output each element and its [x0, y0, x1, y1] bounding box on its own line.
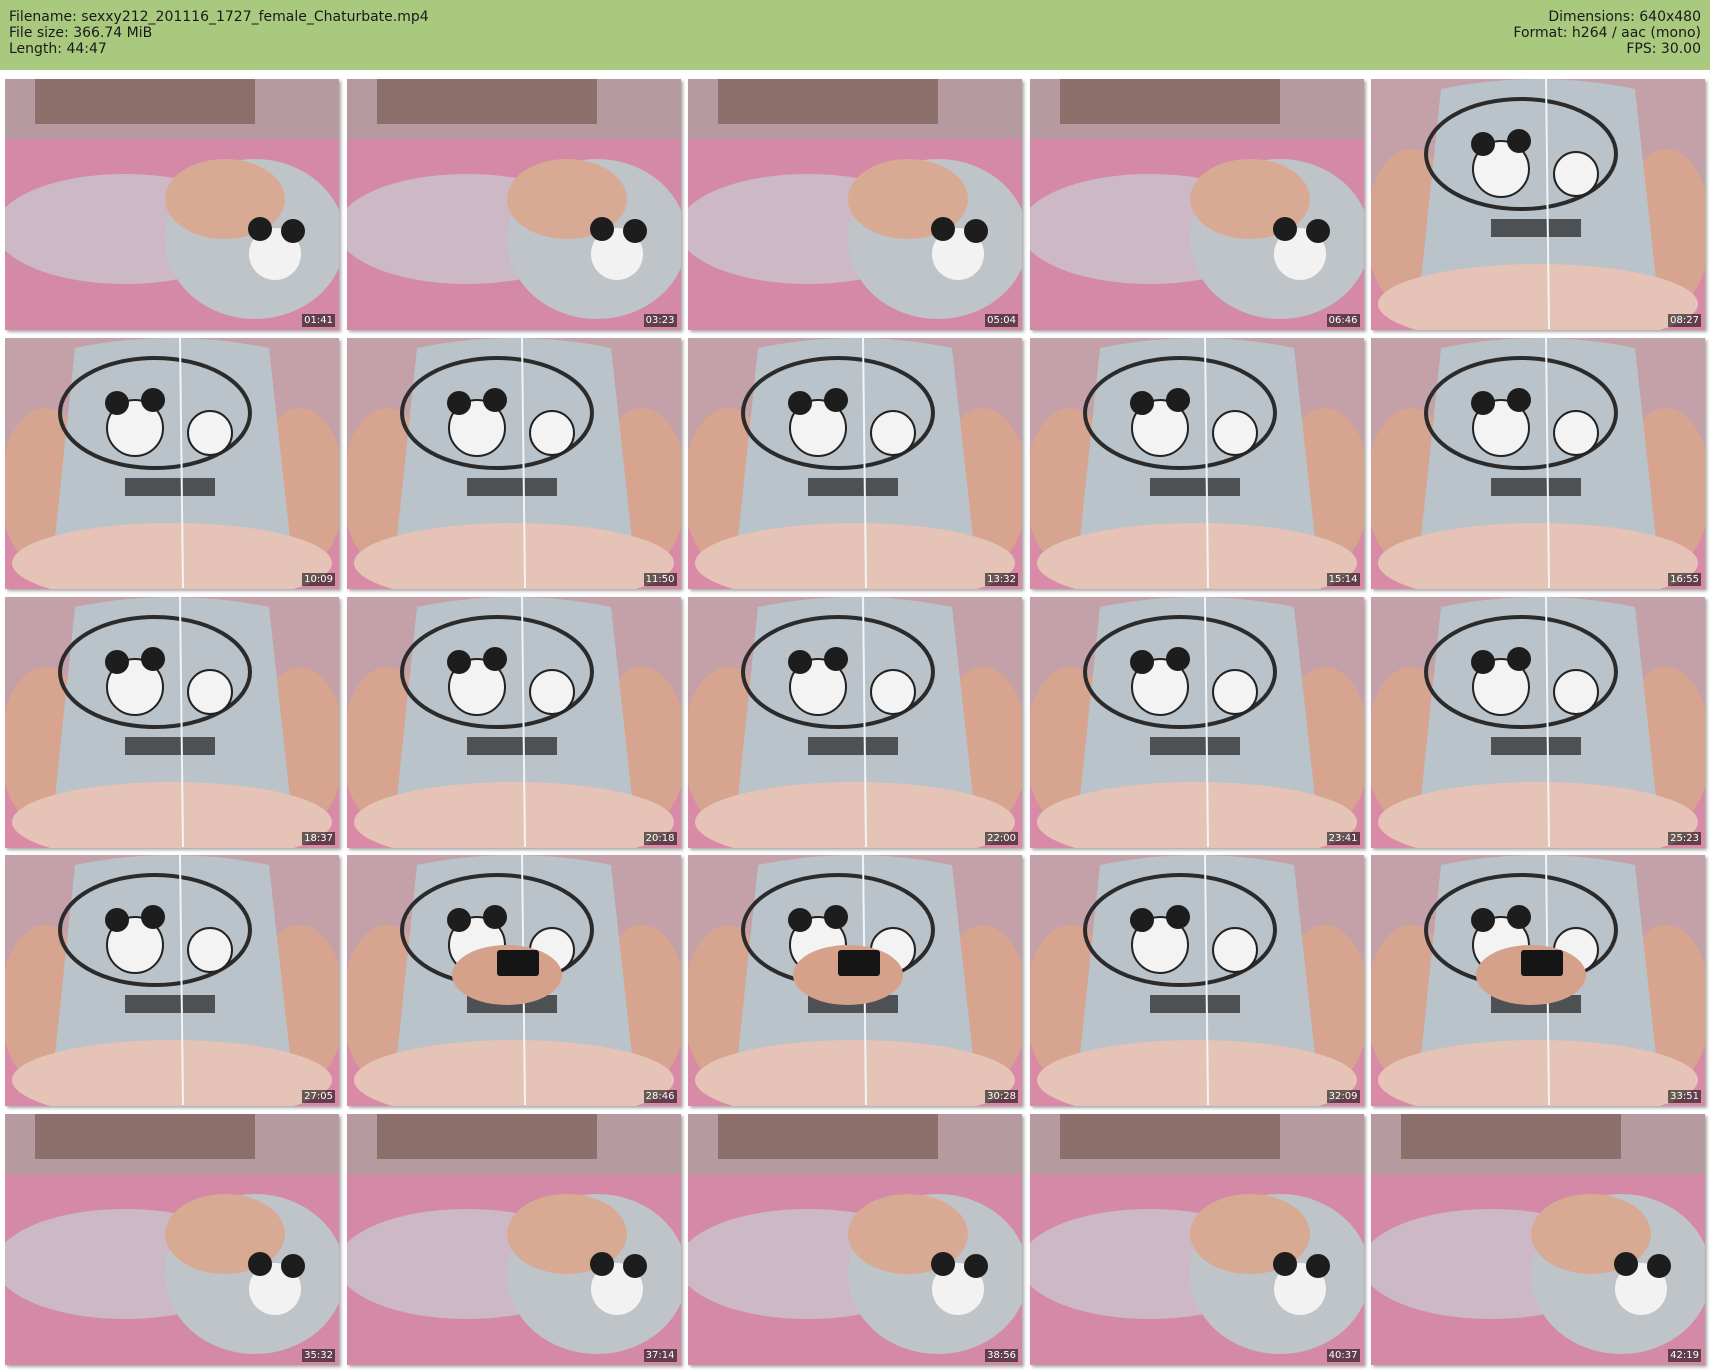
- thumbnail-timestamp: 28:46: [643, 1090, 677, 1104]
- thumbnail-timestamp: 20:18: [643, 831, 677, 845]
- thumbnail-timestamp: 32:09: [1326, 1090, 1360, 1104]
- thumbnail-timestamp: 18:37: [302, 831, 335, 845]
- video-thumbnail: 40:37: [1029, 1114, 1364, 1365]
- thumbnail-timestamp: 25:23: [1668, 831, 1701, 845]
- file-info: Filename: sexxy212_201116_1727_female_Ch…: [9, 9, 429, 57]
- thumbnail-timestamp: 33:51: [1668, 1090, 1701, 1104]
- thumbnail-timestamp: 22:00: [985, 831, 1018, 845]
- length-text: Length: 44:47: [9, 41, 107, 57]
- video-thumbnail: 15:14: [1029, 337, 1364, 589]
- video-thumbnail: 01:41: [5, 79, 339, 330]
- video-thumbnail: 18:37: [5, 596, 339, 848]
- video-thumbnail: 08:27: [1371, 79, 1705, 330]
- thumbnail-timestamp: 30:28: [985, 1090, 1018, 1104]
- video-thumbnail: 27:05: [5, 855, 339, 1107]
- thumbnail-timestamp: 05:04: [985, 314, 1018, 327]
- thumbnail-timestamp: 15:14: [1326, 572, 1360, 586]
- filesize-text: File size: 366.74 MiB: [9, 25, 153, 41]
- thumbnail-timestamp: 37:14: [643, 1349, 677, 1362]
- video-thumbnail: 11:50: [346, 337, 681, 589]
- info-header: Filename: sexxy212_201116_1727_female_Ch…: [0, 0, 1710, 70]
- video-thumbnail: 13:32: [688, 337, 1022, 589]
- filename-text: Filename: sexxy212_201116_1727_female_Ch…: [9, 9, 429, 25]
- video-thumbnail: 25:23: [1371, 596, 1705, 848]
- thumbnail-timestamp: 38:56: [985, 1349, 1018, 1362]
- video-thumbnail: 23:41: [1029, 596, 1364, 848]
- video-thumbnail: 32:09: [1029, 855, 1364, 1107]
- dimensions-text: Dimensions: 640x480: [1548, 9, 1701, 25]
- video-thumbnail: 30:28: [688, 855, 1022, 1107]
- thumbnail-timestamp: 16:55: [1668, 572, 1701, 586]
- thumbnail-timestamp: 42:19: [1668, 1349, 1701, 1362]
- video-thumbnail: 42:19: [1371, 1114, 1705, 1365]
- video-thumbnail: 28:46: [346, 855, 681, 1107]
- thumbnail-timestamp: 01:41: [302, 314, 335, 327]
- format-text: Format: h264 / aac (mono): [1513, 25, 1701, 41]
- video-thumbnail: 37:14: [346, 1114, 681, 1365]
- video-thumbnail: 33:51: [1371, 855, 1705, 1107]
- thumbnail-timestamp: 10:09: [302, 572, 335, 586]
- fps-text: FPS: 30.00: [1626, 41, 1701, 57]
- video-thumbnail: 06:46: [1029, 79, 1364, 330]
- thumbnail-timestamp: 23:41: [1326, 831, 1360, 845]
- thumbnail-timestamp: 27:05: [302, 1090, 335, 1104]
- video-thumbnail: 35:32: [5, 1114, 339, 1365]
- thumbnail-timestamp: 40:37: [1326, 1349, 1360, 1362]
- video-thumbnail: 22:00: [688, 596, 1022, 848]
- thumbnail-timestamp: 06:46: [1326, 314, 1360, 327]
- video-thumbnail: 03:23: [346, 79, 681, 330]
- thumbnail-timestamp: 13:32: [985, 572, 1018, 586]
- video-thumbnail: 05:04: [688, 79, 1022, 330]
- thumbnail-timestamp: 11:50: [643, 572, 677, 586]
- video-thumbnail: 20:18: [346, 596, 681, 848]
- thumbnail-timestamp: 08:27: [1668, 314, 1701, 327]
- stream-info: Dimensions: 640x480 Format: h264 / aac (…: [1513, 9, 1701, 57]
- thumbnail-grid: 01:41 03:23 05:04 06:46 08:27 10:09 11:50 13:32…: [5, 79, 1705, 1365]
- thumbnail-timestamp: 03:23: [643, 314, 677, 327]
- thumbnail-timestamp: 35:32: [302, 1349, 335, 1362]
- video-thumbnail: 38:56: [688, 1114, 1022, 1365]
- video-thumbnail: 10:09: [5, 337, 339, 589]
- video-thumbnail: 16:55: [1371, 337, 1705, 589]
